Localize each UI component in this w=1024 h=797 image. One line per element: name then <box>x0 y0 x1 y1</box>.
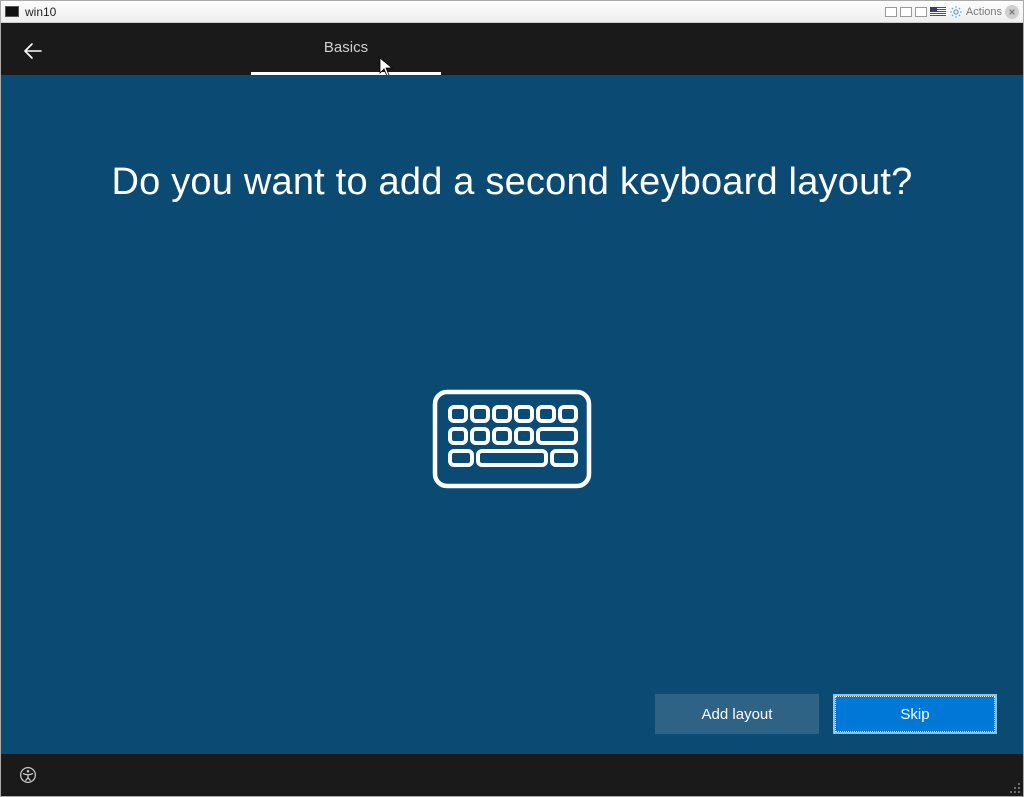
close-icon[interactable] <box>1005 5 1019 19</box>
skip-button[interactable]: Skip <box>833 694 997 734</box>
add-layout-button[interactable]: Add layout <box>655 694 819 734</box>
us-flag-icon <box>930 7 946 17</box>
tray-indicator-icon <box>900 7 912 17</box>
button-row: Add layout Skip <box>655 694 997 734</box>
oobe-body: Do you want to add a second keyboard lay… <box>1 75 1023 754</box>
resize-grip-icon[interactable] <box>1007 780 1021 794</box>
vm-window: win10 Actions <box>0 0 1024 797</box>
page-title: Do you want to add a second keyboard lay… <box>1 161 1023 204</box>
gear-icon[interactable] <box>949 5 963 19</box>
oobe-footer <box>1 754 1023 796</box>
tray-indicator-icon <box>915 7 927 17</box>
accessibility-icon[interactable] <box>19 766 37 784</box>
keyboard-icon <box>432 389 592 494</box>
actions-menu[interactable]: Actions <box>966 6 1002 18</box>
vm-tray: Actions <box>885 5 1019 19</box>
back-button[interactable] <box>19 37 47 65</box>
vm-window-title: win10 <box>25 5 56 19</box>
oobe-screen: Basics Do you want to add a second keybo… <box>1 23 1023 796</box>
oobe-header: Basics <box>1 23 1023 75</box>
vm-app-icon <box>5 5 19 19</box>
tab-label: Basics <box>324 39 368 56</box>
vm-titlebar: win10 Actions <box>1 1 1023 23</box>
tab-basics[interactable]: Basics <box>251 23 441 75</box>
tray-indicator-icon <box>885 7 897 17</box>
